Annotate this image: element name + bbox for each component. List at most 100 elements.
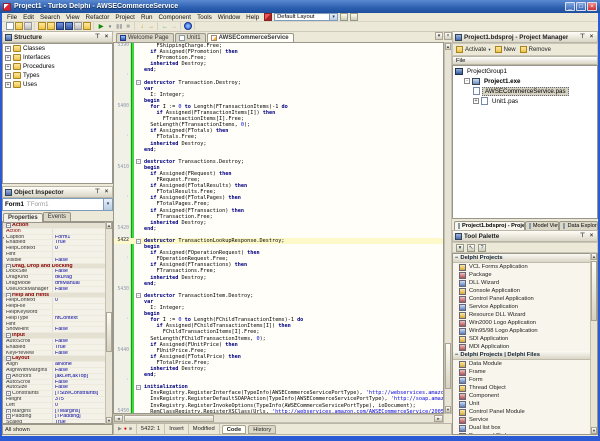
- expand-plus-icon[interactable]: +: [5, 73, 11, 79]
- project-tree-item[interactable]: AWSECommerceService.pas: [453, 86, 597, 96]
- expand-plus-icon[interactable]: +: [5, 46, 11, 52]
- macro-record-icon[interactable]: ●: [124, 426, 127, 432]
- project-tree-item[interactable]: +Unit1.pas: [453, 96, 597, 106]
- project-manager-titlebar[interactable]: Project1.bdsproj - Project Manager ⊤ ×: [452, 31, 598, 43]
- dock-tab-model-view[interactable]: Model View: [525, 221, 560, 230]
- collapse-minus-icon[interactable]: −: [6, 333, 11, 338]
- project-tree-item[interactable]: ProjectGroup1: [453, 66, 597, 76]
- palette-item-sdi-application[interactable]: SDI Application: [453, 335, 597, 343]
- collapse-minus-icon[interactable]: −: [6, 356, 11, 361]
- macro-controls[interactable]: ▶ ● ■: [114, 424, 137, 434]
- property-value[interactable]: False: [53, 258, 112, 263]
- collapse-minus-icon[interactable]: −: [6, 264, 11, 269]
- palette-item-service-application[interactable]: Service Application: [453, 303, 597, 311]
- desktop-layout-combo[interactable]: Default Layout ▾: [274, 13, 338, 21]
- menu-help[interactable]: Help: [243, 14, 262, 21]
- palette-item-component[interactable]: Component: [453, 392, 597, 400]
- scrollbar-thumb[interactable]: [106, 312, 112, 352]
- palette-item-unit[interactable]: Unit: [453, 400, 597, 408]
- expand-plus-icon[interactable]: +: [6, 391, 11, 396]
- menu-project[interactable]: Project: [112, 14, 138, 21]
- property-value[interactable]: [TPadding]: [53, 414, 112, 419]
- collapse-minus-icon[interactable]: −: [455, 255, 458, 261]
- property-value[interactable]: [TSizeConstraints]: [53, 391, 112, 396]
- macro-play-icon[interactable]: ▶: [118, 426, 122, 432]
- open-project-icon[interactable]: [47, 22, 55, 30]
- property-value[interactable]: [53, 252, 112, 257]
- save-desktop-icon[interactable]: [340, 13, 348, 21]
- palette-help-icon[interactable]: ?: [478, 244, 486, 252]
- palette-item-dual-list-box[interactable]: Dual list box: [453, 424, 597, 432]
- scroll-down-icon[interactable]: ▼: [106, 417, 112, 424]
- expand-plus-icon[interactable]: +: [473, 98, 479, 104]
- menu-tools[interactable]: Tools: [194, 14, 215, 21]
- menu-window[interactable]: Window: [215, 14, 243, 21]
- palette-item-password-dialog[interactable]: Password Dialog: [453, 432, 597, 435]
- pin-icon[interactable]: ⊤: [579, 233, 586, 239]
- property-value[interactable]: Form1: [53, 235, 112, 240]
- palette-item-form[interactable]: Form: [453, 376, 597, 384]
- structure-item-types[interactable]: +Types: [3, 71, 112, 80]
- collapse-minus-icon[interactable]: -: [464, 78, 470, 84]
- palette-item-console-application[interactable]: Console Application: [453, 287, 597, 295]
- code-editor[interactable]: 5390 FShippingCharge.Free; if Assigned(F…: [113, 42, 444, 414]
- pause-icon[interactable]: ▮▮: [115, 22, 123, 30]
- terminate-icon[interactable]: ■: [124, 22, 132, 30]
- property-value[interactable]: 0: [53, 246, 112, 251]
- palette-category[interactable]: −Delphi Projects: [453, 254, 597, 263]
- project-tree-item[interactable]: -Project1.exe: [453, 76, 597, 86]
- fold-collapse-icon[interactable]: −: [136, 159, 141, 164]
- palette-item-service[interactable]: Service: [453, 416, 597, 424]
- close-icon[interactable]: ×: [103, 189, 110, 195]
- tab-awsecommerceservice[interactable]: AWSECommerceService: [207, 33, 294, 42]
- menu-edit[interactable]: Edit: [20, 14, 37, 21]
- palette-item-control-panel-application[interactable]: Control Panel Application: [453, 295, 597, 303]
- tool-palette-titlebar[interactable]: Tool Palette ⊤ ×: [452, 230, 598, 242]
- fold-collapse-icon[interactable]: −: [136, 385, 141, 390]
- chevron-down-icon[interactable]: ▾: [329, 14, 337, 20]
- remove-button[interactable]: Remove: [520, 46, 551, 53]
- minimize-button[interactable]: _: [565, 2, 575, 11]
- property-value[interactable]: [53, 304, 112, 309]
- new-items-icon[interactable]: [6, 22, 14, 30]
- collapse-minus-icon[interactable]: −: [455, 352, 458, 358]
- scroll-left-icon[interactable]: ◄: [114, 415, 123, 422]
- palette-category[interactable]: −Delphi Projects | Delphi Files: [453, 351, 597, 360]
- save-all-icon[interactable]: [65, 22, 73, 30]
- pin-icon[interactable]: ⊤: [94, 189, 101, 195]
- chevron-down-icon[interactable]: ▾: [103, 199, 112, 210]
- palette-item-control-panel-module[interactable]: Control Panel Module: [453, 408, 597, 416]
- expand-plus-icon[interactable]: +: [5, 82, 11, 88]
- palette-item-package[interactable]: Package: [453, 271, 597, 279]
- collapse-minus-icon[interactable]: −: [6, 293, 11, 298]
- scroll-down-icon[interactable]: ▼: [445, 406, 451, 413]
- collapse-minus-icon[interactable]: −: [6, 223, 11, 228]
- palette-item-dll-wizard[interactable]: DLL Wizard: [453, 279, 597, 287]
- navigate-forward-icon[interactable]: →: [170, 22, 178, 30]
- close-page-button[interactable]: ×: [444, 32, 452, 40]
- menu-refactor[interactable]: Refactor: [83, 14, 113, 21]
- close-icon[interactable]: ×: [588, 233, 595, 239]
- property-value[interactable]: [TMargins]: [53, 409, 112, 414]
- palette-pointer-icon[interactable]: ↖: [467, 244, 475, 252]
- file-column-header[interactable]: File: [452, 56, 598, 65]
- menu-component[interactable]: Component: [156, 14, 195, 21]
- tab-history[interactable]: History: [248, 425, 276, 434]
- step-over-icon[interactable]: →: [147, 22, 155, 30]
- save-icon[interactable]: [56, 22, 64, 30]
- palette-item-mdi-application[interactable]: MDI Application: [453, 343, 597, 351]
- dock-tab-project1-bdsproj-project-m-[interactable]: Project1.bdsproj - Project M...: [454, 221, 525, 230]
- property-value[interactable]: False: [53, 385, 112, 390]
- fold-collapse-icon[interactable]: −: [136, 239, 141, 244]
- menu-run[interactable]: Run: [138, 14, 156, 21]
- palette-item-data-module[interactable]: Data Module: [453, 360, 597, 368]
- print-icon[interactable]: [24, 22, 32, 30]
- object-inspector-titlebar[interactable]: Object Inspector ⊤ ×: [2, 186, 113, 198]
- expand-plus-icon[interactable]: +: [5, 64, 11, 70]
- open-icon[interactable]: [15, 22, 23, 30]
- property-value[interactable]: False: [53, 269, 112, 274]
- scroll-down-icon[interactable]: ▼: [591, 427, 597, 434]
- macro-stop-icon[interactable]: ■: [129, 426, 132, 432]
- pin-icon[interactable]: ⊤: [94, 34, 101, 40]
- palette-item-frame[interactable]: Frame: [453, 368, 597, 376]
